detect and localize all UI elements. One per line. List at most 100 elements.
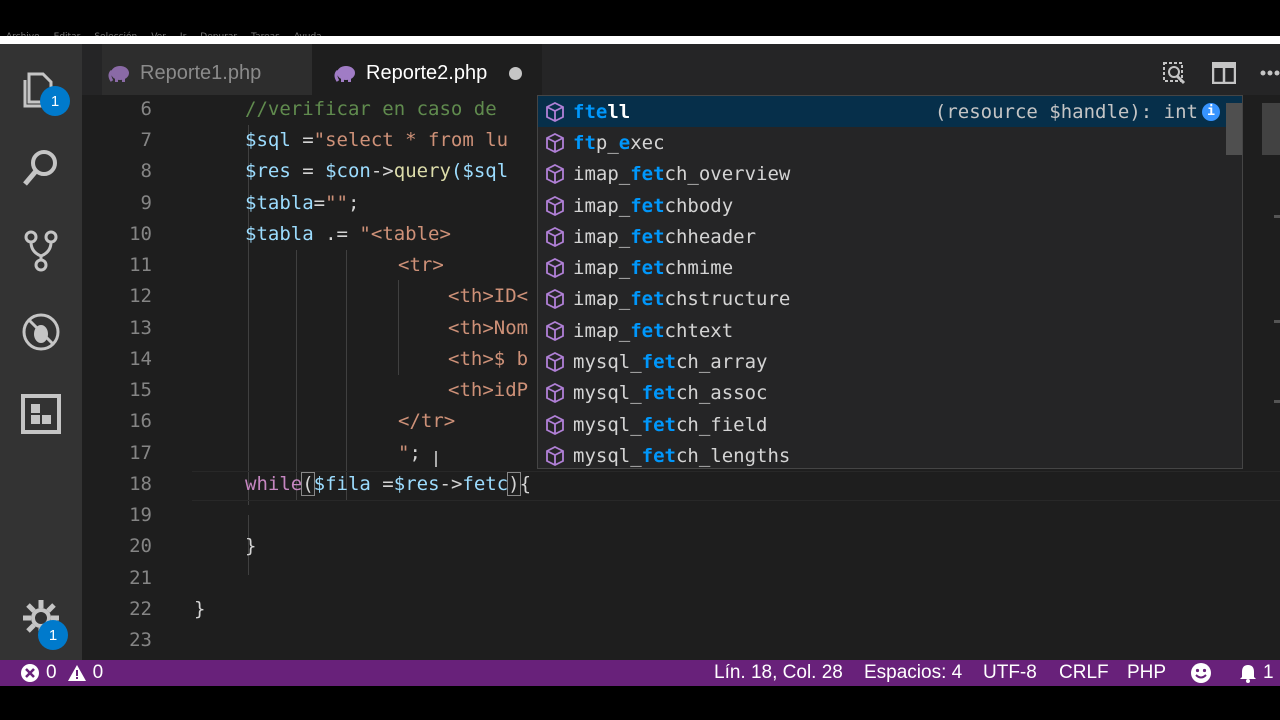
tab-reporte1[interactable]: Reporte1.php [102,44,312,102]
code-line-14: <th>$ b [448,348,529,370]
extensions-icon[interactable] [0,384,82,444]
tab-bar: Reporte1.php Reporte2.php [82,44,1280,102]
indent-guide [346,250,347,500]
problems-indicator[interactable]: 0 0 [20,660,103,686]
code-line-16: </tr> [398,410,456,432]
line-number: 14 [129,348,152,370]
method-cube-icon [545,445,565,466]
error-icon [20,663,40,683]
suggestion-item[interactable]: imap_ fet chstructure [538,284,1242,315]
indent-guide [248,125,249,505]
mouse-ibeam-cursor [435,451,437,467]
notification-count: 1 [1263,662,1274,683]
top-letterbox [0,0,1280,30]
suggest-widget: fte ll (resource $handle): int i ft p_ e xec… [537,95,1243,469]
method-cube-icon [545,258,565,279]
line-number: 21 [129,567,152,589]
warning-count: 0 [92,662,104,683]
line-number: 18 [129,473,152,495]
code-line-15: <th>idP [448,379,529,401]
method-cube-icon [545,195,565,216]
activity-bar: 1 1 [0,44,82,660]
overview-ruler-mark [1274,215,1280,218]
suggestion-item[interactable]: mysql_ fet ch_array [538,346,1242,377]
debug-icon[interactable] [0,302,82,362]
code-line-22: } [194,598,206,620]
code-line-20: } [245,535,257,557]
line-number: 13 [129,317,152,339]
suggestion-item[interactable]: mysql_ fet ch_assoc [538,378,1242,409]
line-number: 8 [140,160,152,182]
line-number: 20 [129,535,152,557]
indentation[interactable]: Espacios: 4 [864,660,962,686]
search-icon[interactable] [0,138,82,198]
method-cube-icon [545,289,565,310]
editor-scrollbar-thumb[interactable] [1262,103,1280,155]
unsaved-dot-icon[interactable] [509,66,523,80]
suggestion-item[interactable]: fte ll (resource $handle): int i [538,96,1242,128]
cursor-position[interactable]: Lín. 18, Col. 28 [714,660,843,686]
notifications[interactable]: 1 [1238,660,1274,686]
info-icon[interactable]: i [1202,102,1220,121]
source-control-icon[interactable] [0,220,82,280]
open-preview-icon[interactable] [1162,61,1188,85]
suggestion-item[interactable]: imap_ fet chtext [538,315,1242,346]
line-number: 6 [140,98,152,120]
explorer-icon[interactable]: 1 [0,58,82,118]
suggest-scrollbar-thumb[interactable] [1226,103,1242,155]
error-count: 0 [46,662,57,683]
method-cube-icon [545,383,565,404]
indent-guide [398,280,399,375]
suggestion-item[interactable]: imap_ fet chmime [538,253,1242,284]
code-line-12: <th>ID< [448,285,529,307]
code-line-6: //verificar en caso de [245,98,497,120]
overview-ruler-mark [1274,320,1280,323]
suggestion-detail: (resource $handle): int [934,100,1198,123]
line-number: 10 [129,223,152,245]
suggestion-item[interactable]: imap_ fet ch_overview [538,159,1242,190]
language-mode[interactable]: PHP [1127,660,1166,686]
settings-gear-icon[interactable]: 1 [0,588,82,650]
suggestion-item[interactable]: mysql_ fet ch_field [538,409,1242,440]
suggestion-item[interactable]: ft p_ e xec [538,127,1242,158]
tab-label: Reporte2.php [366,61,488,84]
overview-ruler-mark [1274,400,1280,403]
indent-guide [296,250,297,500]
method-cube-icon [545,164,565,185]
code-line-8: $res = $con->query($sql [245,160,509,182]
line-number: 16 [129,410,152,432]
code-line-11: <tr> [398,254,444,276]
code-line-13: <th>Nom [448,317,529,339]
line-number: 9 [140,192,152,214]
line-number: 12 [129,285,152,307]
more-actions-icon[interactable] [1260,70,1280,76]
status-bar: 0 0 Lín. 18, Col. 28 Espacios: 4 UTF-8 C… [0,660,1280,686]
tab-label: Reporte1.php [140,61,262,84]
line-number: 15 [129,379,152,401]
method-cube-icon [545,352,565,373]
settings-badge: 1 [38,620,68,650]
window-chrome-strip [0,36,1280,44]
bottom-letterbox [0,686,1280,720]
explorer-badge: 1 [40,86,70,116]
code-line-9: $tabla=""; [245,192,360,214]
line-number: 7 [140,129,152,151]
code-line-18: while($fila =$res->fetc){ [245,472,532,496]
encoding[interactable]: UTF-8 [983,660,1037,686]
line-ending[interactable]: CRLF [1059,660,1109,686]
line-number: 23 [129,629,152,651]
bell-icon [1238,663,1258,683]
method-cube-icon [545,320,565,341]
code-line-17: "; [398,442,421,464]
php-elephant-icon [334,64,356,82]
suggestion-item[interactable]: imap_ fet chbody [538,190,1242,221]
suggestion-item[interactable]: imap_ fet chheader [538,221,1242,252]
feedback-smiley-icon[interactable] [1190,660,1212,686]
suggestion-item[interactable]: mysql_ fet ch_lengths [538,440,1242,468]
method-cube-icon [545,101,565,122]
method-cube-icon [545,132,565,153]
split-editor-icon[interactable] [1212,62,1236,84]
code-line-7: $sql ="select * from lu [245,129,509,151]
tab-reporte2[interactable]: Reporte2.php [312,44,542,102]
method-cube-icon [545,226,565,247]
